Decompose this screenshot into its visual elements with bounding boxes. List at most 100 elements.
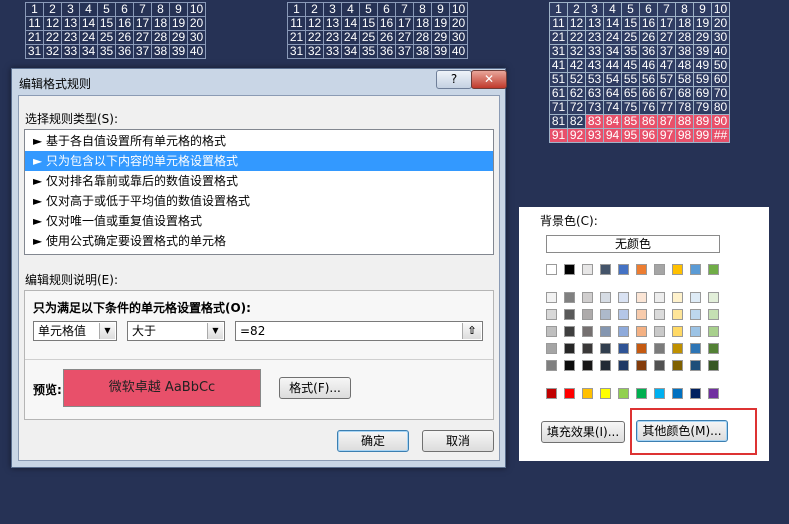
color-swatch[interactable] — [618, 292, 629, 303]
color-swatch[interactable] — [582, 360, 593, 371]
grid-cell[interactable]: 9 — [431, 2, 450, 17]
grid-cell[interactable]: 21 — [287, 30, 306, 45]
grid-cell[interactable]: 33 — [585, 44, 604, 59]
grid-cell[interactable]: 24 — [341, 30, 360, 45]
color-swatch[interactable] — [600, 360, 611, 371]
grid-cell[interactable]: 10 — [449, 2, 468, 17]
grid-cell[interactable]: 95 — [621, 128, 640, 143]
grid-cell[interactable]: 22 — [43, 30, 62, 45]
color-swatch[interactable] — [690, 292, 701, 303]
grid-cell[interactable]: 4 — [341, 2, 360, 17]
grid-cell[interactable]: 14 — [603, 16, 622, 31]
color-swatch[interactable] — [546, 309, 557, 320]
color-swatch[interactable] — [546, 388, 557, 399]
grid-cell[interactable]: 3 — [323, 2, 342, 17]
grid-cell[interactable]: 68 — [675, 86, 694, 101]
rule-type-item[interactable]: ► 只为包含以下内容的单元格设置格式 — [25, 151, 493, 171]
grid-cell[interactable]: 73 — [585, 100, 604, 115]
color-swatch[interactable] — [618, 326, 629, 337]
grid-cell[interactable]: 81 — [549, 114, 568, 129]
grid-cell[interactable]: 40 — [711, 44, 730, 59]
color-swatch[interactable] — [672, 264, 683, 275]
grid-cell[interactable]: 17 — [657, 16, 676, 31]
grid-cell[interactable]: 16 — [377, 16, 396, 31]
grid-cell[interactable]: 53 — [585, 72, 604, 87]
grid-cell[interactable]: 4 — [79, 2, 98, 17]
rule-type-item[interactable]: ► 仅对排名靠前或靠后的数值设置格式 — [25, 171, 493, 191]
grid-cell[interactable]: 30 — [449, 30, 468, 45]
grid-cell[interactable]: 32 — [43, 44, 62, 59]
grid-cell[interactable]: 1 — [549, 2, 568, 17]
grid-cell[interactable]: 44 — [603, 58, 622, 73]
grid-cell[interactable]: 20 — [449, 16, 468, 31]
grid-cell[interactable]: 38 — [413, 44, 432, 59]
color-swatch[interactable] — [654, 343, 665, 354]
grid-cell[interactable]: 13 — [585, 16, 604, 31]
grid-cell[interactable]: 13 — [323, 16, 342, 31]
grid-cell[interactable]: 79 — [693, 100, 712, 115]
color-swatch[interactable] — [564, 292, 575, 303]
grid-cell[interactable]: 40 — [449, 44, 468, 59]
color-swatch[interactable] — [708, 326, 719, 337]
grid-cell[interactable]: 25 — [97, 30, 116, 45]
rule-type-item[interactable]: ► 仅对唯一值或重复值设置格式 — [25, 211, 493, 231]
grid-cell[interactable]: 1 — [25, 2, 44, 17]
grid-cell[interactable]: 36 — [115, 44, 134, 59]
color-swatch[interactable] — [636, 388, 647, 399]
color-swatch[interactable] — [564, 309, 575, 320]
grid-cell[interactable]: 51 — [549, 72, 568, 87]
grid-cell[interactable]: 41 — [549, 58, 568, 73]
grid-cell[interactable]: 66 — [639, 86, 658, 101]
grid-cell[interactable]: 8 — [675, 2, 694, 17]
color-swatch[interactable] — [600, 343, 611, 354]
color-swatch[interactable] — [564, 360, 575, 371]
grid-cell[interactable]: 96 — [639, 128, 658, 143]
grid-cell[interactable]: 43 — [585, 58, 604, 73]
color-swatch[interactable] — [708, 309, 719, 320]
grid-cell[interactable]: 94 — [603, 128, 622, 143]
grid-cell[interactable]: 24 — [79, 30, 98, 45]
grid-cell[interactable]: 57 — [657, 72, 676, 87]
color-swatch[interactable] — [654, 326, 665, 337]
color-swatch[interactable] — [564, 388, 575, 399]
grid-cell[interactable]: 3 — [61, 2, 80, 17]
grid-cell[interactable]: 63 — [585, 86, 604, 101]
color-swatch[interactable] — [654, 309, 665, 320]
color-swatch[interactable] — [546, 360, 557, 371]
grid-cell[interactable]: 77 — [657, 100, 676, 115]
grid-cell[interactable]: 9 — [693, 2, 712, 17]
grid-cell[interactable]: 13 — [61, 16, 80, 31]
grid-cell[interactable]: 59 — [693, 72, 712, 87]
grid-cell[interactable]: 84 — [603, 114, 622, 129]
color-swatch[interactable] — [618, 264, 629, 275]
color-swatch[interactable] — [600, 309, 611, 320]
grid-cell[interactable]: 6 — [377, 2, 396, 17]
grid-cell[interactable]: 50 — [711, 58, 730, 73]
grid-cell[interactable]: 21 — [549, 30, 568, 45]
color-swatch[interactable] — [636, 343, 647, 354]
grid-cell[interactable]: 12 — [567, 16, 586, 31]
grid-cell[interactable]: 38 — [151, 44, 170, 59]
color-swatch[interactable] — [600, 292, 611, 303]
help-button[interactable]: ? — [436, 70, 472, 89]
grid-cell[interactable]: 9 — [169, 2, 188, 17]
grid-cell[interactable]: 23 — [61, 30, 80, 45]
grid-cell[interactable]: 87 — [657, 114, 676, 129]
grid-cell[interactable]: 89 — [693, 114, 712, 129]
cancel-button[interactable]: 取消 — [422, 430, 494, 452]
grid-cell[interactable]: 3 — [585, 2, 604, 17]
color-swatch[interactable] — [582, 388, 593, 399]
color-swatch[interactable] — [654, 360, 665, 371]
color-swatch[interactable] — [636, 309, 647, 320]
grid-cell[interactable]: 11 — [549, 16, 568, 31]
grid-cell[interactable]: 2 — [43, 2, 62, 17]
grid-cell[interactable]: 72 — [567, 100, 586, 115]
grid-cell[interactable]: 26 — [377, 30, 396, 45]
color-swatch[interactable] — [546, 326, 557, 337]
grid-cell[interactable]: 34 — [79, 44, 98, 59]
grid-cell[interactable]: 7 — [395, 2, 414, 17]
grid-cell[interactable]: 5 — [359, 2, 378, 17]
color-swatch[interactable] — [564, 343, 575, 354]
grid-cell[interactable]: 38 — [675, 44, 694, 59]
grid-cell[interactable]: 2 — [305, 2, 324, 17]
